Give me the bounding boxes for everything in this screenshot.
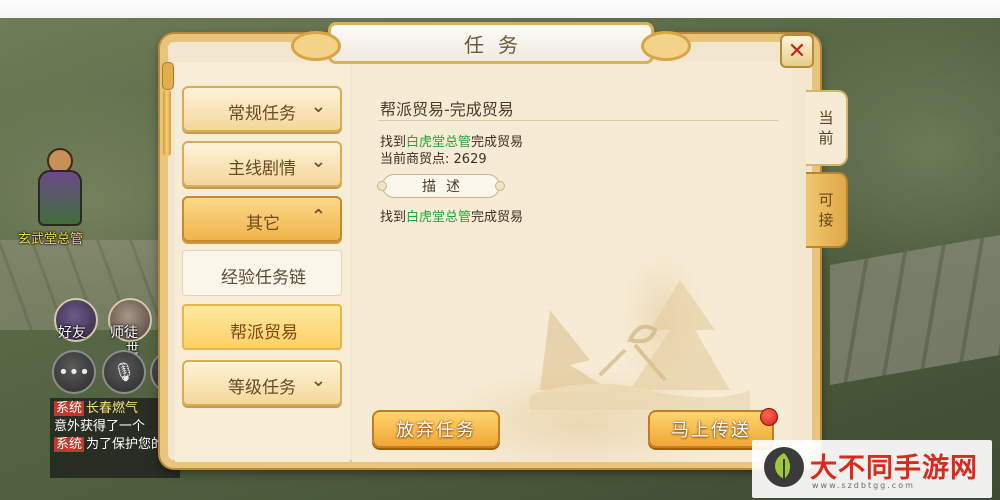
tab-label: 当前 bbox=[818, 109, 834, 147]
watermark-url: www.szdbtgg.com bbox=[812, 481, 915, 490]
watermark-brand: 大不同手游网 bbox=[810, 453, 978, 484]
category-other[interactable]: 其它 ⌃ bbox=[182, 196, 342, 242]
chat-system-tag: 系统 bbox=[54, 437, 85, 452]
subitem-guild-trade[interactable]: 帮派贸易 bbox=[182, 304, 342, 350]
top-strip bbox=[0, 0, 1000, 18]
category-label: 常规任务 bbox=[228, 104, 296, 124]
leaf-logo-icon bbox=[764, 447, 804, 487]
category-level-quests[interactable]: 等级任务 ⌄ bbox=[182, 360, 342, 406]
description-prefix: 找到 bbox=[380, 210, 407, 225]
dialog-title: 任务 bbox=[464, 32, 532, 57]
description-header: 描述 bbox=[377, 174, 505, 198]
chat-line: 意外获得了一个 bbox=[54, 419, 146, 434]
npc-link[interactable]: 白虎堂总管 bbox=[406, 210, 471, 225]
trade-points-label: 当前商贸点: bbox=[380, 152, 450, 167]
category-label: 其它 bbox=[246, 214, 280, 234]
chevron-down-icon: ⌄ bbox=[310, 96, 326, 117]
chat-bubble-button[interactable]: ••• bbox=[52, 350, 96, 394]
notification-dot bbox=[760, 408, 778, 426]
quest-description: 找到白虎堂总管完成贸易 bbox=[380, 206, 523, 225]
dialog-title-plate: 任务 bbox=[291, 22, 691, 64]
subitem-label: 帮派贸易 bbox=[230, 323, 298, 343]
npc-character[interactable] bbox=[30, 148, 86, 226]
trade-points-value: 2629 bbox=[453, 152, 487, 167]
category-label: 等级任务 bbox=[228, 378, 296, 398]
tab-current[interactable]: 当前 bbox=[806, 90, 848, 166]
category-label: 主线剧情 bbox=[228, 159, 296, 179]
decorative-warrior-art bbox=[530, 280, 750, 410]
trade-points: 当前商贸点: 2629 bbox=[380, 148, 487, 167]
chat-line: 系统 长春燃气 bbox=[54, 400, 176, 418]
chat-text: 长春燃气 bbox=[86, 401, 139, 416]
friends-label: 好友 bbox=[58, 325, 86, 341]
category-main-story[interactable]: 主线剧情 ⌄ bbox=[182, 141, 342, 187]
description-suffix: 完成贸易 bbox=[471, 210, 524, 225]
chat-system-tag: 系统 bbox=[54, 401, 85, 416]
chat-icon: ••• bbox=[58, 361, 90, 383]
chat-text: 为了保护您的 bbox=[86, 437, 165, 452]
npc-name-label: 玄武堂总管 bbox=[18, 232, 84, 247]
tab-label: 可接 bbox=[818, 191, 834, 229]
title-divider bbox=[378, 120, 778, 121]
npc-body bbox=[38, 170, 82, 226]
subitem-label: 经验任务链 bbox=[221, 268, 306, 288]
abandon-quest-button[interactable]: 放弃任务 bbox=[372, 410, 500, 448]
chevron-down-icon: ⌄ bbox=[310, 370, 326, 391]
close-icon: ✕ bbox=[787, 38, 807, 64]
quest-title: 帮派贸易-完成贸易 bbox=[380, 100, 514, 119]
subitem-exp-quest-chain[interactable]: 经验任务链 bbox=[182, 250, 342, 296]
chevron-down-icon: ⌄ bbox=[310, 151, 326, 172]
tab-available[interactable]: 可接 bbox=[806, 172, 848, 248]
voice-button[interactable]: 🎙 bbox=[102, 350, 146, 394]
close-button[interactable]: ✕ bbox=[780, 34, 814, 68]
category-regular-quests[interactable]: 常规任务 ⌄ bbox=[182, 86, 342, 132]
tassel-ornament bbox=[160, 62, 174, 162]
microphone-icon: 🎙 bbox=[112, 361, 136, 383]
chat-line: 系统 为了保护您的 bbox=[54, 436, 176, 454]
chevron-up-icon: ⌃ bbox=[310, 206, 326, 227]
